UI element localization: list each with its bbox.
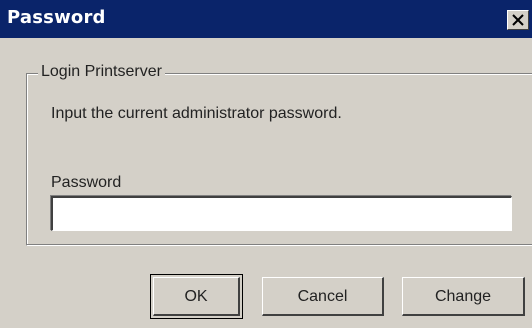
change-button[interactable]: Change [402, 277, 525, 316]
close-icon [512, 14, 524, 26]
instruction-text: Input the current administrator password… [51, 105, 342, 122]
password-dialog: Password Login Printserver Input the cur… [0, 0, 532, 328]
password-input[interactable] [51, 196, 512, 231]
group-legend: Login Printserver [38, 62, 165, 82]
close-button[interactable] [507, 10, 529, 30]
group-border-shadow [26, 244, 532, 245]
cancel-button[interactable]: Cancel [262, 277, 384, 316]
ok-button[interactable]: OK [153, 277, 240, 316]
password-label: Password [51, 174, 122, 191]
window-title: Password [7, 7, 106, 28]
title-bar[interactable]: Password [0, 0, 532, 38]
